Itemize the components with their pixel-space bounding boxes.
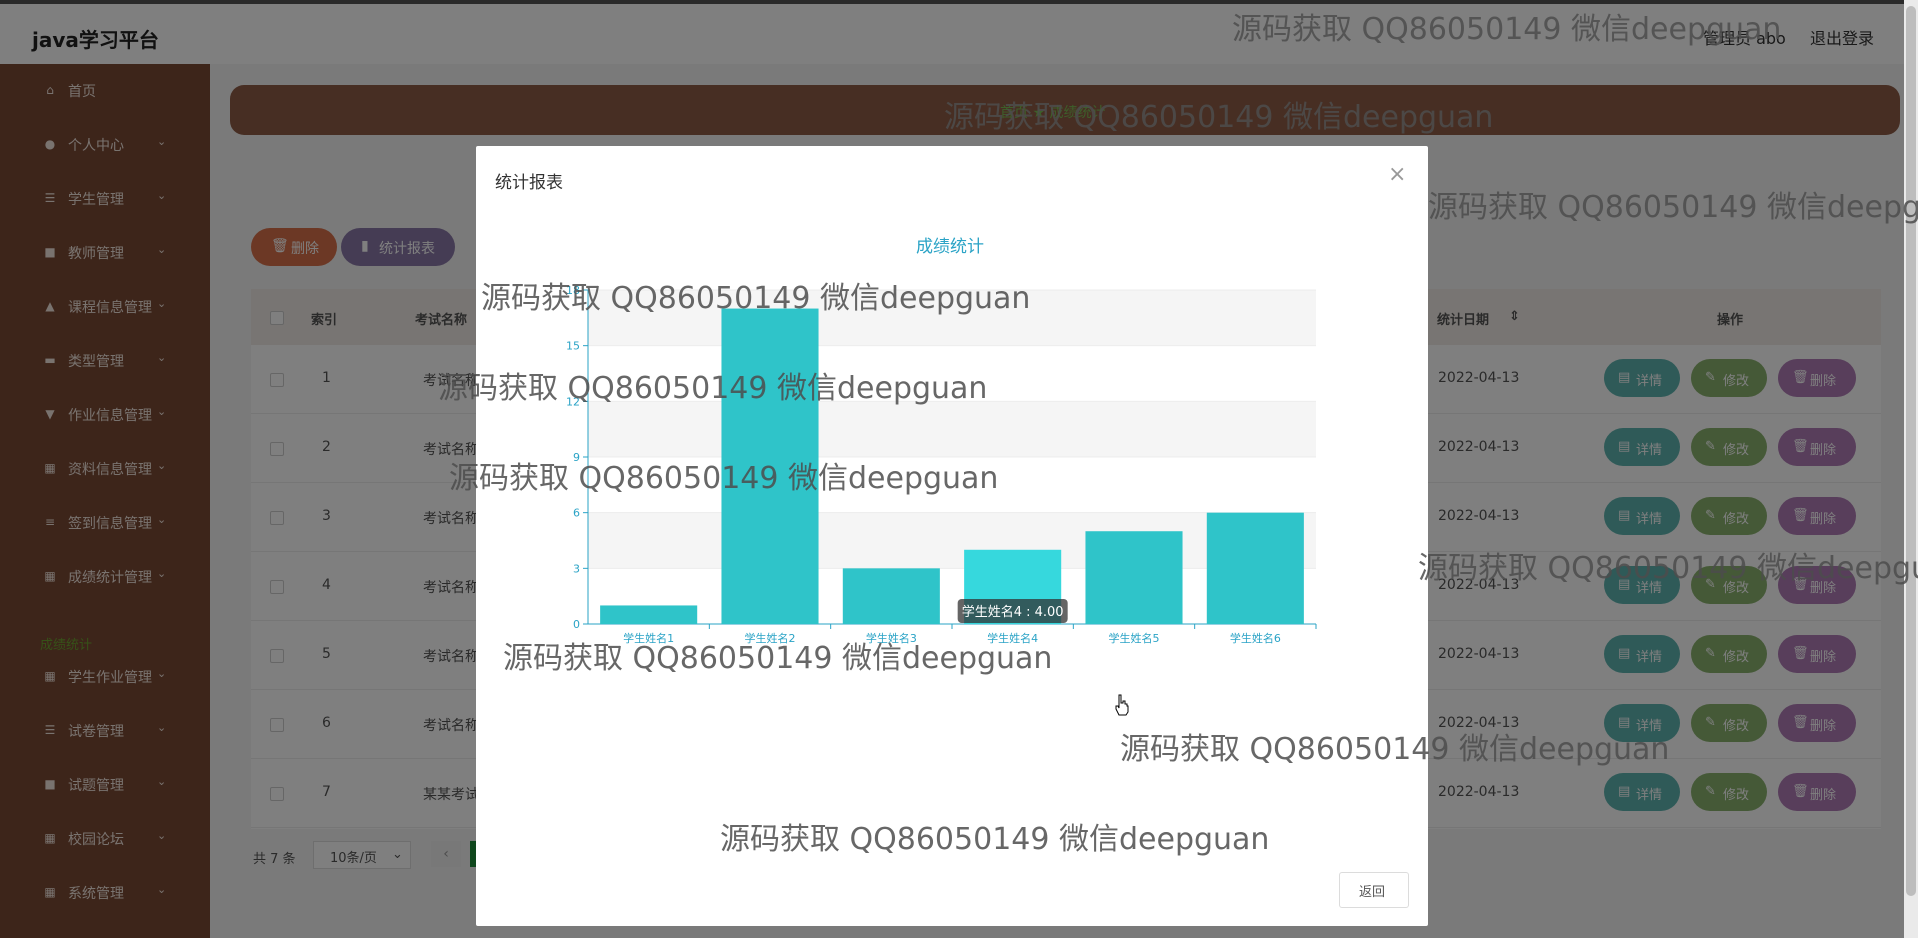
grid-band [588, 457, 1316, 513]
tooltip-text: 学生姓名4 : 4.00 [962, 604, 1064, 620]
return-button[interactable]: 返回 [1339, 872, 1409, 908]
x-tick-label: 学生姓名6 [1230, 631, 1281, 645]
x-tick-label: 学生姓名1 [623, 631, 674, 645]
x-tick-label: 学生姓名5 [1109, 631, 1160, 645]
report-modal: 统计报表 × 成绩统计 0 3 6 9 12 15 18 学生姓名1 学生姓名2 学生姓名3 学生姓… [476, 146, 1428, 926]
x-tick-label: 学生姓名4 [987, 631, 1038, 645]
y-tick-label: 3 [573, 562, 580, 575]
page-scrollbar-thumb[interactable] [1906, 6, 1916, 896]
grid-band [588, 401, 1316, 457]
x-tick-label: 学生姓名3 [866, 631, 917, 645]
bar [1206, 512, 1304, 624]
y-tick-label: 18 [566, 284, 580, 297]
y-tick-label: 0 [573, 618, 580, 631]
bar [842, 568, 940, 624]
y-tick-label: 15 [566, 340, 580, 353]
grid-band [588, 345, 1316, 402]
hand-cursor-icon [1115, 694, 1129, 716]
y-tick-label: 9 [573, 451, 580, 464]
bar [721, 308, 819, 624]
bar [600, 605, 698, 624]
return-label: 返回 [1359, 885, 1386, 900]
y-tick-label: 12 [566, 395, 580, 408]
x-tick-label: 学生姓名2 [745, 631, 796, 645]
bar [1085, 531, 1183, 624]
grid-band [588, 290, 1316, 346]
y-tick-label: 6 [573, 507, 580, 520]
score-bar-chart: 0 3 6 9 12 15 18 学生姓名1 学生姓名2 学生姓名3 学生姓名4 学生姓名5 学生姓名6… [566, 284, 1317, 645]
